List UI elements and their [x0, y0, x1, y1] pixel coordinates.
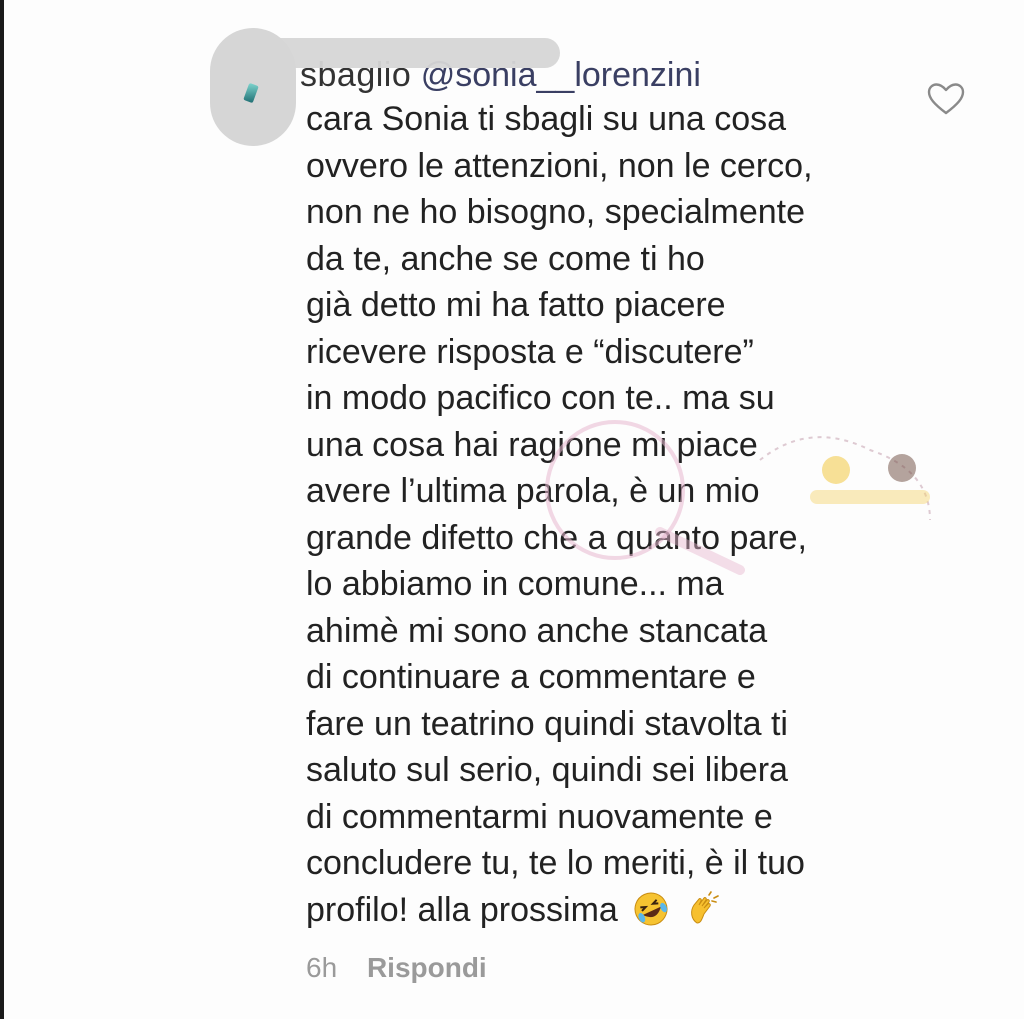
comment-line: in modo pacifico con te.. ma su	[306, 379, 775, 417]
comment-meta: 6h Rispondi	[306, 952, 487, 984]
comment-line: concludere tu, te lo meriti, è il tuo	[306, 844, 805, 882]
comment-timestamp: 6h	[306, 952, 338, 983]
comment-line: ricevere risposta e “discutere”	[306, 332, 754, 371]
comment-line-text: profilo! alla prossima	[306, 890, 618, 929]
comment-line: saluto sul serio, quindi sei libera	[306, 751, 788, 789]
comment-line: non ne ho bisogno, specialmente	[306, 193, 806, 231]
comment-line: lo abbiamo in comune... ma	[306, 565, 724, 603]
comment-line: una cosa hai ragione mi piace	[306, 425, 758, 464]
left-border	[0, 0, 4, 1019]
comment-line: fare un teatrino quindi stavolta ti	[306, 704, 788, 743]
username-redaction	[260, 38, 560, 68]
comment-line: da te, anche se come ti ho	[306, 239, 705, 278]
comment-body: cara Sonia ti sbagli su una cosa ovvero …	[306, 96, 916, 933]
comment-line: ahimè mi sono anche stancata	[306, 611, 768, 650]
clapping-hands-emoji-icon	[690, 890, 719, 924]
comment-line: di commentarmi nuovamente e	[306, 797, 773, 836]
comment-line: già detto mi ha fatto piacere	[306, 286, 726, 324]
heart-icon[interactable]	[926, 82, 966, 116]
comment-line: di continuare a commentare e	[306, 658, 756, 696]
comment-line: avere l’ultima parola, è un mio	[306, 472, 760, 510]
rolling-laughing-emoji-icon	[634, 892, 668, 925]
reply-button[interactable]: Rispondi	[367, 952, 487, 983]
comment-line: ovvero le attenzioni, non le cerco,	[306, 146, 813, 185]
comment-line-last: profilo! alla prossima	[306, 887, 916, 934]
comment-screenshot: sbaglio @sonia__lorenzini cara Sonia ti …	[0, 0, 1024, 1019]
comment-line: grande difetto che a quanto pare,	[306, 518, 807, 557]
comment-line: cara Sonia ti sbagli su una cosa	[306, 100, 787, 138]
